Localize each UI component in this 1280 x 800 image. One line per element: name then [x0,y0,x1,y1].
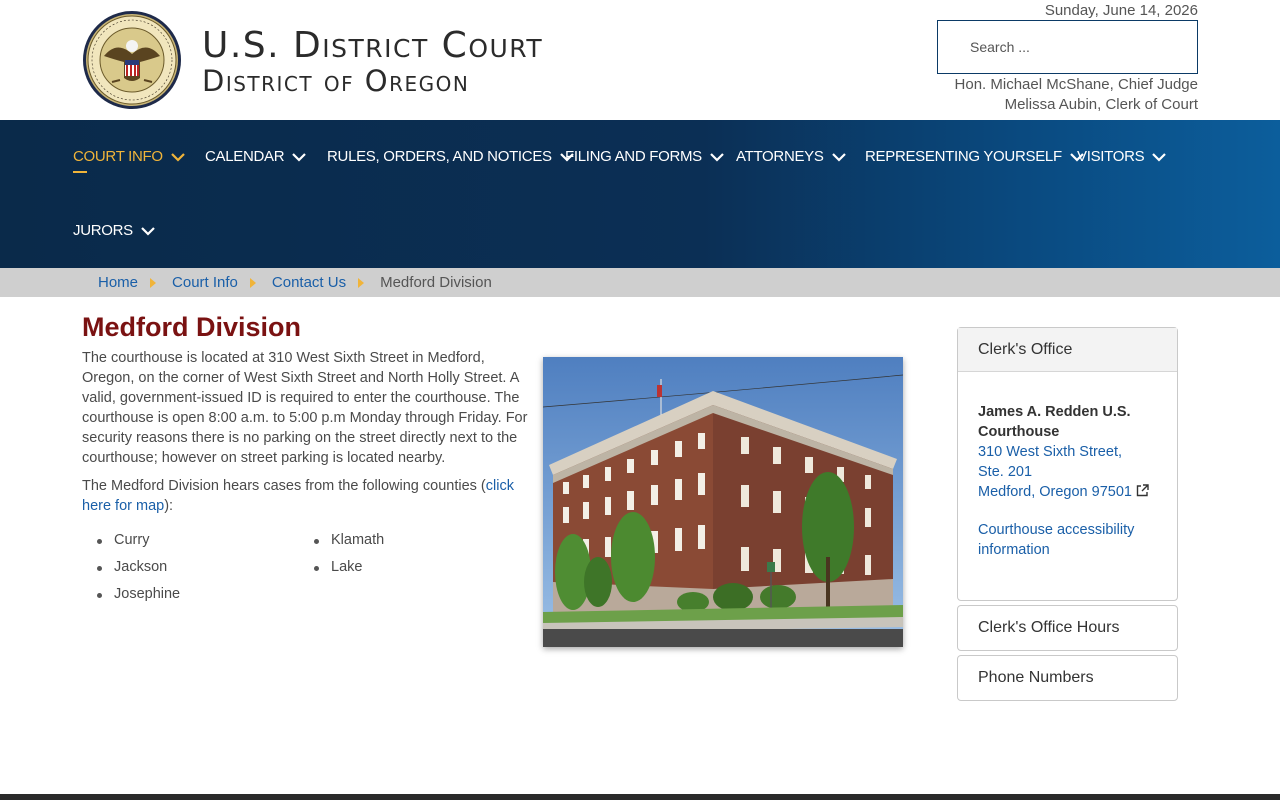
nav-representing-yourself[interactable]: REPRESENTING YOURSELF [865,148,1084,165]
nav-label: COURT INFO [73,148,163,165]
breadcrumb-home[interactable]: Home [98,274,138,291]
court-title[interactable]: U.S. District Court District of Oregon [202,25,544,98]
chevron-down-icon [141,226,155,236]
nav-label: ATTORNEYS [736,148,824,165]
page-title: Medford Division [82,312,302,342]
nav-filing-forms[interactable]: FILING AND FORMS [565,148,724,165]
main-navigation: COURT INFO CALENDAR RULES, ORDERS, AND N… [0,120,1280,268]
counties-intro-text: The Medford Division hears cases from th… [82,478,486,494]
chevron-down-icon [171,152,185,162]
accessibility-link[interactable]: Courthouse accessibility information [978,520,1157,560]
court-title-line1: U.S. District Court [202,25,544,66]
list-item: Curry [96,527,180,554]
active-indicator [73,171,87,173]
nav-label: RULES, ORDERS, AND NOTICES [327,148,552,165]
nav-calendar[interactable]: CALENDAR [205,148,307,165]
nav-label: CALENDAR [205,148,285,165]
chevron-down-icon [292,152,307,162]
office-hours-header[interactable]: Clerk's Office Hours [958,606,1177,650]
county-list-col2: Klamath Lake [313,527,384,581]
clerks-office-body: James A. Redden U.S. Courthouse 310 West… [958,372,1177,560]
courthouse-photo [543,357,903,647]
list-item: Klamath [313,527,384,554]
footer-bar [0,794,1280,800]
list-item: Josephine [96,581,180,608]
nav-label: JURORS [73,222,133,239]
nav-attorneys[interactable]: ATTORNEYS [736,148,846,165]
chevron-down-icon [831,152,846,162]
courthouse-name: James A. Redden U.S. Courthouse [978,404,1131,440]
nav-jurors[interactable]: JURORS [73,222,155,239]
search-box[interactable] [937,20,1198,74]
breadcrumb-contact-us[interactable]: Contact Us [272,274,346,291]
chief-judge: Hon. Michael McShane, Chief Judge [954,76,1198,93]
court-seal-logo[interactable] [82,10,182,110]
breadcrumb-arrow-icon [150,277,157,288]
chevron-down-icon [710,152,724,162]
list-item: Jackson [96,554,180,581]
breadcrumb-current: Medford Division [380,274,492,291]
clerks-office-panel: Clerk's Office James A. Redden U.S. Cour… [957,327,1178,601]
address-link[interactable]: 310 West Sixth Street, Ste. 201 Medford,… [978,442,1157,502]
county-list-col1: Curry Jackson Josephine [96,527,180,608]
counties-intro-end: ): [164,498,174,514]
address-line3: Medford, Oregon 97501 [978,484,1132,500]
intro-paragraph: The courthouse is located at 310 West Si… [82,350,528,466]
list-item: Lake [313,554,384,581]
search-input[interactable] [938,21,1197,73]
breadcrumb-arrow-icon [358,277,365,288]
breadcrumb-arrow-icon [249,277,256,288]
counties-paragraph: The Medford Division hears cases from th… [82,476,538,516]
clerk-of-court: Melissa Aubin, Clerk of Court [1004,96,1198,113]
phone-numbers-header[interactable]: Phone Numbers [958,656,1177,700]
nav-label: VISITORS [1077,148,1145,165]
nav-label: FILING AND FORMS [565,148,702,165]
nav-court-info[interactable]: COURT INFO [73,148,185,173]
current-date: Sunday, June 14, 2026 [1044,2,1198,19]
address-line1: 310 West Sixth Street, [978,444,1122,460]
clerks-office-header[interactable]: Clerk's Office [958,328,1177,372]
court-title-line2: District of Oregon [202,64,470,98]
nav-label: REPRESENTING YOURSELF [865,148,1062,165]
external-link-icon [1136,484,1149,497]
address-line2: Ste. 201 [978,464,1033,480]
site-header: U.S. District Court District of Oregon S… [0,0,1280,120]
office-hours-panel[interactable]: Clerk's Office Hours [957,605,1178,651]
chevron-down-icon [1152,152,1167,162]
breadcrumb: Home Court Info Contact Us Medford Divis… [0,268,1280,297]
breadcrumb-court-info[interactable]: Court Info [172,274,238,291]
phone-numbers-panel[interactable]: Phone Numbers [957,655,1178,701]
nav-visitors[interactable]: VISITORS [1077,148,1167,165]
nav-rules-orders-notices[interactable]: RULES, ORDERS, AND NOTICES [327,148,574,165]
